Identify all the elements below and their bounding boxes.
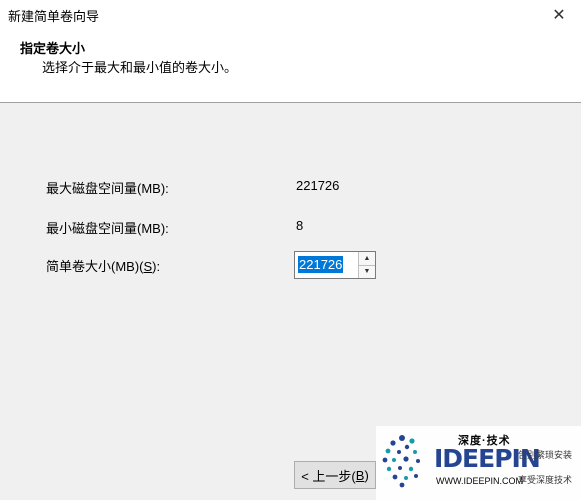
- watermark-slogan-1: 告别繁琐安装: [518, 450, 573, 460]
- spin-down-icon[interactable]: ▼: [359, 264, 375, 278]
- max-space-label: 最大磁盘空间量(MB):: [46, 181, 169, 196]
- page-title: 指定卷大小: [20, 41, 86, 56]
- watermark-slogan-2: 享受深度技术: [518, 475, 573, 485]
- title-bar: 新建简单卷向导 ✕: [0, 0, 581, 30]
- back-button-prefix: < 上一步(: [301, 468, 356, 484]
- spin-up-icon[interactable]: ▲: [359, 252, 375, 265]
- volume-size-label-suffix: ):: [152, 259, 161, 274]
- close-icon[interactable]: ✕: [537, 0, 581, 30]
- volume-size-access-key: S: [143, 259, 153, 274]
- ideepin-logo-icon: [382, 435, 420, 488]
- wizard-header: 指定卷大小 选择介于最大和最小值的卷大小。: [0, 30, 581, 103]
- page-subtitle: 选择介于最大和最小值的卷大小。: [42, 60, 238, 75]
- volume-size-spinbox[interactable]: 221726 ▲ ▼: [294, 251, 376, 279]
- window-title: 新建简单卷向导: [8, 9, 100, 24]
- volume-size-label: 简单卷大小(MB)(S):: [46, 256, 160, 275]
- back-button-suffix: ): [364, 467, 369, 483]
- back-button-access-key: B: [355, 467, 365, 483]
- spin-buttons: ▲ ▼: [358, 252, 375, 278]
- volume-size-label-prefix: 简单卷大小(MB)(: [46, 259, 144, 274]
- min-space-value: 8: [296, 218, 304, 233]
- watermark: 深度·技术 IDEEPIN WWW.IDEEPIN.COM 告别繁琐安装 享受深…: [376, 426, 581, 500]
- min-space-label: 最小磁盘空间量(MB):: [46, 221, 169, 236]
- volume-size-input[interactable]: 221726: [298, 256, 344, 273]
- watermark-url: WWW.IDEEPIN.COM: [436, 476, 523, 486]
- back-button[interactable]: < 上一步(B): [294, 461, 376, 489]
- max-space-value: 221726: [296, 178, 340, 193]
